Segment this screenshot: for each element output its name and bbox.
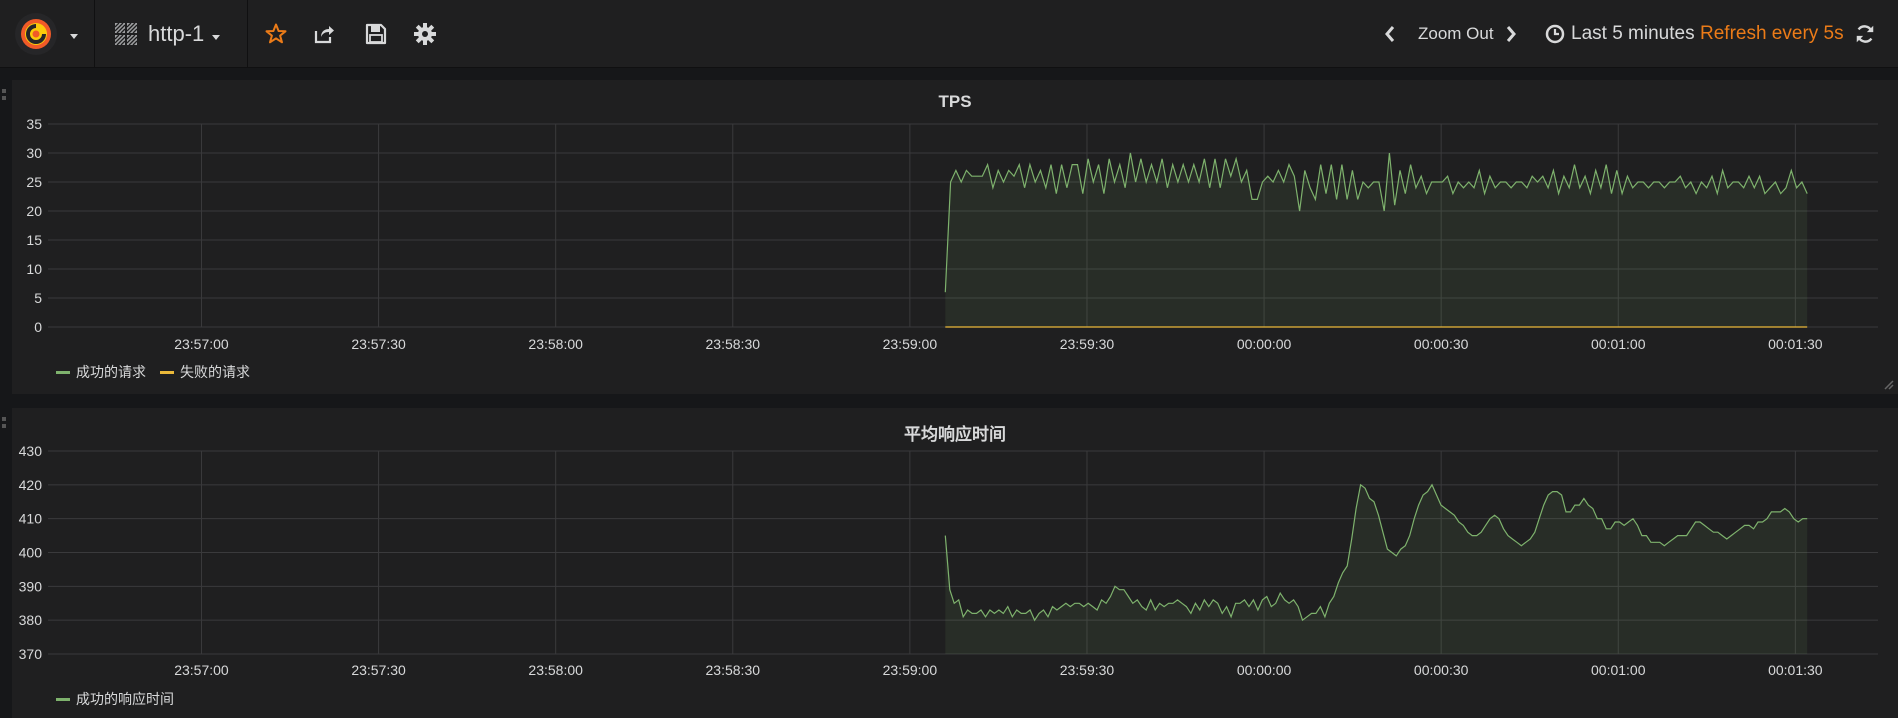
x-tick-label: 00:00:00 — [1237, 662, 1292, 678]
legend-item-failure[interactable]: 失败的请求 — [160, 362, 250, 382]
x-tick-label: 00:00:30 — [1414, 336, 1469, 352]
zoom-out-button[interactable]: Zoom Out — [1418, 0, 1494, 68]
x-tick-label: 23:57:30 — [351, 662, 406, 678]
resize-handle-icon[interactable] — [1882, 378, 1894, 390]
time-range-picker[interactable]: Last 5 minutes — [1545, 0, 1695, 68]
x-tick-label: 23:59:30 — [1060, 336, 1115, 352]
y-tick-label: 0 — [34, 319, 42, 335]
legend-swatch — [56, 697, 70, 701]
share-icon[interactable] — [312, 22, 336, 46]
chevron-left-icon[interactable] — [1382, 22, 1398, 46]
settings-gear-icon[interactable] — [413, 22, 437, 46]
y-tick-label: 390 — [19, 578, 43, 594]
y-tick-label: 20 — [26, 203, 42, 219]
legend-swatch — [56, 370, 70, 374]
y-tick-label: 5 — [34, 290, 42, 306]
y-tick-label: 370 — [19, 646, 43, 662]
star-icon[interactable] — [264, 22, 288, 46]
chevron-down-icon — [70, 34, 78, 39]
y-tick-label: 400 — [19, 545, 43, 561]
grafana-menu-button[interactable] — [0, 0, 95, 68]
x-tick-label: 23:58:30 — [706, 336, 761, 352]
x-tick-label: 00:00:00 — [1237, 336, 1292, 352]
legend-label: 成功的请求 — [76, 364, 146, 380]
top-navbar: http-1 Zoom Out Last 5 minutes Refresh e… — [0, 0, 1898, 68]
y-tick-label: 420 — [19, 477, 43, 493]
panel-drag-handle[interactable] — [0, 414, 8, 444]
dashboard-title: http-1 — [148, 21, 205, 46]
clock-icon — [1545, 24, 1565, 44]
y-tick-label: 35 — [26, 116, 42, 132]
legend-item-success[interactable]: 成功的响应时间 — [56, 689, 174, 709]
chevron-right-icon[interactable] — [1503, 22, 1519, 46]
x-tick-label: 23:58:00 — [528, 662, 583, 678]
x-tick-label: 23:57:00 — [174, 336, 229, 352]
zoom-out-label: Zoom Out — [1418, 24, 1494, 43]
y-tick-label: 430 — [19, 443, 43, 459]
y-tick-label: 25 — [26, 174, 42, 190]
x-tick-label: 23:58:30 — [706, 662, 761, 678]
x-tick-label: 23:58:00 — [528, 336, 583, 352]
tps-panel: TPS 0 5 10 15 20 25 30 35 23:57:00 23:57:30 23:58:… — [12, 80, 1898, 394]
y-tick-label: 380 — [19, 612, 43, 628]
x-tick-label: 23:57:00 — [174, 662, 229, 678]
legend-swatch — [160, 370, 174, 374]
x-tick-label: 00:01:30 — [1768, 662, 1823, 678]
legend: 成功的响应时间 — [56, 689, 188, 709]
grafana-logo-icon — [15, 13, 57, 55]
x-tick-label: 23:57:30 — [351, 336, 406, 352]
refresh-interval-picker[interactable]: Refresh every 5s — [1700, 0, 1844, 68]
y-tick-label: 410 — [19, 511, 43, 527]
x-tick-label: 23:59:00 — [883, 662, 938, 678]
x-tick-label: 00:01:00 — [1591, 336, 1646, 352]
legend-label: 成功的响应时间 — [76, 691, 174, 707]
y-tick-label: 10 — [26, 261, 42, 277]
panel-drag-handle[interactable] — [0, 86, 8, 116]
time-range-label: Last 5 minutes — [1571, 23, 1695, 44]
refresh-interval-label: Refresh every 5s — [1700, 23, 1844, 44]
save-icon[interactable] — [364, 22, 388, 46]
x-tick-label: 23:59:30 — [1060, 662, 1115, 678]
legend-label: 失败的请求 — [180, 364, 250, 380]
dashboard-picker-button[interactable]: http-1 — [96, 0, 248, 68]
legend: 成功的请求 失败的请求 — [56, 362, 264, 382]
response-time-chart: 370 380 390 400 410 420 430 23:57:00 23:57:30 23:… — [19, 443, 1878, 678]
x-tick-label: 00:01:00 — [1591, 662, 1646, 678]
x-tick-label: 00:00:30 — [1414, 662, 1469, 678]
x-tick-label: 23:59:00 — [883, 336, 938, 352]
x-tick-label: 00:01:30 — [1768, 336, 1823, 352]
tps-chart: 0 5 10 15 20 25 30 35 23:57:00 23:57:30 23:58:00 23… — [26, 116, 1878, 352]
refresh-icon[interactable] — [1854, 22, 1876, 46]
y-tick-label: 30 — [26, 145, 42, 161]
chevron-down-icon — [212, 34, 221, 40]
dashboard-grid-icon — [114, 22, 138, 46]
legend-item-success[interactable]: 成功的请求 — [56, 362, 146, 382]
response-time-panel: 平均响应时间 370 380 390 400 410 420 430 23:57:00 23:5… — [12, 408, 1898, 718]
y-tick-label: 15 — [26, 232, 42, 248]
